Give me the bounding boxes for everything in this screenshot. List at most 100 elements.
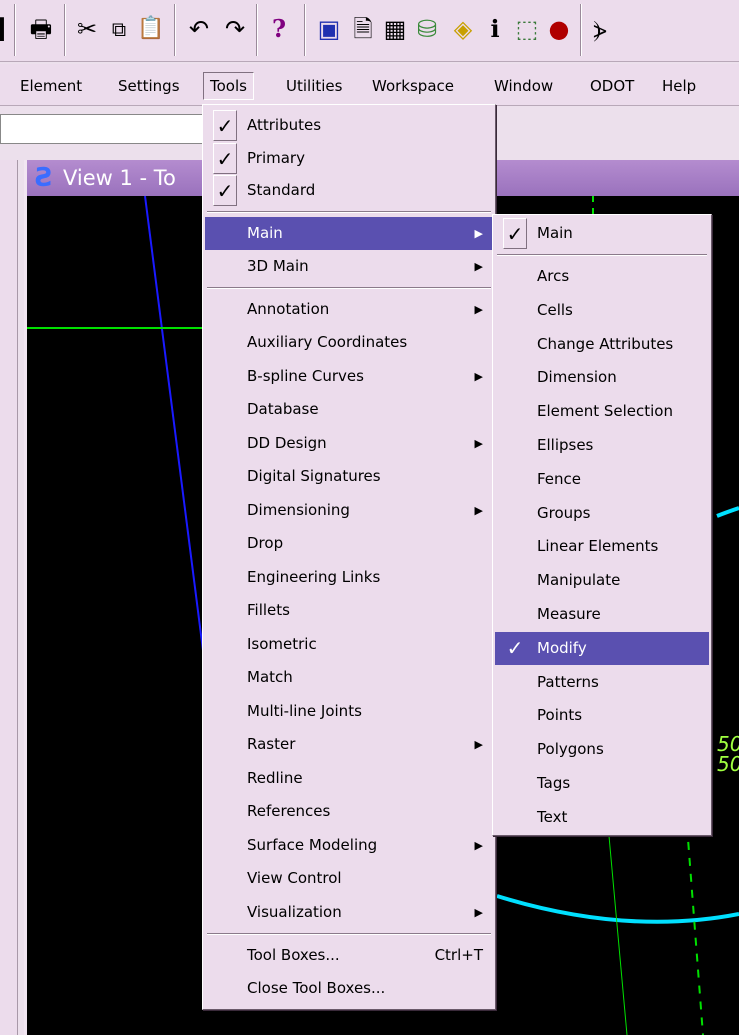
- tools-menu-item-database[interactable]: Database: [205, 393, 493, 426]
- checkmark-icon: ✓: [503, 218, 527, 249]
- tools-menu-item-3d-main[interactable]: 3D Main ▶: [205, 250, 493, 283]
- tools-menu-item-label: Surface Modeling: [247, 835, 378, 854]
- calculator-icon[interactable]: ▦: [380, 10, 410, 48]
- main-submenu-item-label: Manipulate: [537, 571, 621, 590]
- main-submenu-item-label: Modify: [537, 638, 587, 657]
- menu-workspace[interactable]: Workspace: [372, 74, 454, 98]
- redo-icon[interactable]: ↷: [220, 10, 250, 48]
- main-submenu-item-label: Ellipses: [537, 436, 594, 454]
- main-submenu-item-text[interactable]: Text: [495, 801, 709, 834]
- tools-menu-item-standard[interactable]: ✓ Standard: [205, 174, 493, 207]
- tools-menu-item-surface-modeling[interactable]: Surface Modeling ▶: [205, 829, 493, 862]
- tools-menu-item-attributes[interactable]: ✓ Attributes: [205, 109, 493, 142]
- main-submenu-item-ellipses[interactable]: Ellipses: [495, 429, 709, 462]
- main-submenu-item-label: Text: [537, 807, 568, 826]
- document-icon[interactable]: 🗎: [348, 10, 378, 48]
- submenu-arrow-icon: ▶: [474, 369, 483, 383]
- main-submenu-item-patterns[interactable]: Patterns: [495, 666, 709, 699]
- main-submenu-item-dimension[interactable]: Dimension: [495, 361, 709, 394]
- menu-element[interactable]: Element: [20, 74, 82, 98]
- main-submenu-item-manipulate[interactable]: Manipulate: [495, 564, 709, 597]
- tools-menu-item-label: View Control: [247, 869, 342, 887]
- main-submenu-item-polygons[interactable]: Polygons: [495, 733, 709, 766]
- main-submenu-item-fence[interactable]: Fence: [495, 463, 709, 496]
- tools-menu-item-primary[interactable]: ✓ Primary: [205, 142, 493, 175]
- record-icon[interactable]: ●: [544, 10, 574, 48]
- main-toolbar: ▌ 🖶 ✂ ⧉ 📋 ↶ ↷ ? ▣ 🗎 ▦ ⛁ ◈ ℹ ⬚ ● ⦔: [0, 0, 739, 62]
- tools-menu-item-label: Drop: [247, 534, 284, 552]
- tools-menu-item-label: Auxiliary Coordinates: [247, 333, 408, 351]
- layers-icon[interactable]: ◈: [448, 10, 478, 48]
- help-icon[interactable]: ?: [264, 10, 294, 48]
- cut-icon[interactable]: ✂: [72, 10, 102, 48]
- main-submenu-item-linear-elements[interactable]: Linear Elements: [495, 530, 709, 563]
- undo-icon[interactable]: ↶: [184, 10, 214, 48]
- tools-menu-item-multi-line-joints[interactable]: Multi-line Joints: [205, 695, 493, 728]
- menu-utilities[interactable]: Utilities: [286, 74, 342, 98]
- tools-menu-item-view-control[interactable]: View Control: [205, 862, 493, 895]
- main-submenu-item-label: Change Attributes: [537, 334, 674, 353]
- tools-menu-item-references[interactable]: References: [205, 795, 493, 828]
- tools-menu-item-auxiliary-coordinates[interactable]: Auxiliary Coordinates: [205, 326, 493, 359]
- more-icon[interactable]: ⦔: [590, 10, 610, 48]
- tools-menu-item-b-spline-curves[interactable]: B-spline Curves ▶: [205, 360, 493, 393]
- menu-separator: [207, 210, 491, 213]
- microstation-logo-icon: Ƨ: [35, 163, 54, 193]
- main-submenu-item-label: Cells: [537, 300, 573, 319]
- database-icon[interactable]: ⛁: [412, 10, 442, 48]
- main-submenu-item-label: Dimension: [537, 368, 617, 387]
- main-submenu-item-label: Tags: [537, 774, 571, 792]
- tools-menu-item-isometric[interactable]: Isometric: [205, 628, 493, 661]
- main-submenu-item-element-selection[interactable]: Element Selection: [495, 395, 709, 428]
- toolbar-separator: [304, 4, 306, 56]
- tools-menu-item-redline[interactable]: Redline: [205, 762, 493, 795]
- submenu-arrow-icon: ▶: [474, 905, 483, 919]
- tools-menu-item-main[interactable]: Main ▶: [205, 216, 493, 250]
- tools-menu-item-label: Tool Boxes...: [247, 946, 340, 964]
- menu-separator: [497, 254, 707, 256]
- tools-menu-item-label: Primary: [247, 148, 305, 167]
- tools-menu-item-dd-design[interactable]: DD Design ▶: [205, 427, 493, 460]
- toolbar-separator: [64, 4, 66, 56]
- main-submenu-item-modify[interactable]: ✓ Modify: [495, 631, 709, 665]
- tools-menu-item-drop[interactable]: Drop: [205, 527, 493, 560]
- print-icon[interactable]: 🖶: [26, 10, 56, 48]
- tools-menu-item-label: Dimensioning: [247, 500, 350, 519]
- paste-icon[interactable]: 📋: [136, 10, 166, 48]
- tools-menu-item-digital-signatures[interactable]: Digital Signatures: [205, 460, 493, 493]
- tools-menu-item-visualization[interactable]: Visualization ▶: [205, 896, 493, 929]
- tools-menu-item-engineering-links[interactable]: Engineering Links: [205, 561, 493, 594]
- tools-menu-item-annotation[interactable]: Annotation ▶: [205, 293, 493, 326]
- menu-tools[interactable]: Tools: [203, 72, 254, 100]
- fence-icon[interactable]: ⬚: [512, 10, 542, 48]
- tools-menu-item-tool-boxes[interactable]: Tool Boxes... Ctrl+T: [205, 939, 493, 972]
- main-submenu-item-points[interactable]: Points: [495, 699, 709, 732]
- main-submenu-item-cells[interactable]: Cells: [495, 294, 709, 327]
- menu-help[interactable]: Help: [662, 74, 696, 98]
- tools-menu-item-fillets[interactable]: Fillets: [205, 594, 493, 627]
- cad-text: 50: [717, 752, 739, 776]
- info-icon[interactable]: ℹ: [480, 10, 510, 48]
- main-submenu-item-change-attributes[interactable]: Change Attributes: [495, 328, 709, 361]
- checkmark-icon: ✓: [213, 142, 237, 174]
- tools-menu-item-label: Match: [247, 668, 293, 686]
- tools-menu-item-label: Main: [247, 223, 283, 242]
- menu-odot[interactable]: ODOT: [590, 74, 634, 98]
- main-submenu-item-arcs[interactable]: Arcs: [495, 260, 709, 293]
- cad-line-green-thin: [608, 835, 628, 1035]
- tools-menu-item-label: B-spline Curves: [247, 366, 364, 385]
- main-submenu-item-main[interactable]: ✓ Main: [495, 217, 709, 250]
- main-submenu-item-groups[interactable]: Groups: [495, 497, 709, 530]
- tools-menu-item-match[interactable]: Match: [205, 661, 493, 694]
- submenu-arrow-icon: ▶: [474, 436, 483, 450]
- view-icon[interactable]: ▣: [314, 10, 344, 48]
- copy-icon[interactable]: ⧉: [104, 10, 134, 48]
- tools-menu-item-close-tool-boxes[interactable]: Close Tool Boxes...: [205, 972, 493, 1005]
- menu-window[interactable]: Window: [494, 74, 553, 98]
- menu-settings[interactable]: Settings: [118, 74, 180, 98]
- main-submenu-item-measure[interactable]: Measure: [495, 598, 709, 631]
- key-in-field[interactable]: [0, 114, 205, 144]
- tools-menu-item-raster[interactable]: Raster ▶: [205, 728, 493, 761]
- tools-menu-item-dimensioning[interactable]: Dimensioning ▶: [205, 494, 493, 527]
- main-submenu-item-tags[interactable]: Tags: [495, 767, 709, 800]
